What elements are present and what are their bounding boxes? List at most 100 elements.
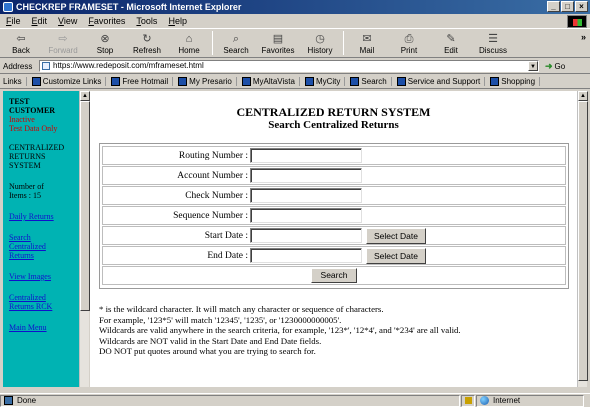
link-page-icon <box>241 77 251 86</box>
stop-button[interactable]: ⊗ Stop <box>84 30 126 57</box>
end-date-input[interactable] <box>250 248 362 263</box>
menu-tools[interactable]: Tools <box>136 16 157 26</box>
nav-daily-returns[interactable]: Daily Returns <box>9 212 76 221</box>
start-select-date-button[interactable]: Select Date <box>366 227 426 244</box>
close-button[interactable]: × <box>575 1 588 12</box>
link-shopping[interactable]: Shopping <box>490 77 541 86</box>
link-page-icon <box>396 77 406 86</box>
left-frame-scrollbar[interactable]: ▲ <box>79 91 90 387</box>
nav-main-menu[interactable]: Main Menu <box>9 323 76 332</box>
nav-centralized-rck[interactable]: Centralized <box>9 293 76 302</box>
toolbar: ⇦ Back ⇨ Forward ⊗ Stop ↻ Refresh ⌂ Home ⌕ Sea… <box>0 30 590 58</box>
link-altavista[interactable]: MyAltaVista <box>241 77 300 86</box>
nav-search-centralized-2[interactable]: Centralized <box>9 242 76 251</box>
end-select-date-button[interactable]: Select Date <box>366 247 426 264</box>
maximize-button[interactable]: □ <box>561 1 574 12</box>
windows-logo-icon <box>567 15 587 28</box>
menu-file[interactable]: File <box>6 16 21 26</box>
link-mycity[interactable]: MyCity <box>304 77 346 86</box>
minimize-button[interactable]: _ <box>547 1 560 12</box>
account-number-input[interactable] <box>250 168 362 183</box>
link-page-icon <box>304 77 314 86</box>
form-row-check: Check Number : <box>102 186 566 205</box>
search-toolbar-button[interactable]: ⌕ Search <box>215 30 257 57</box>
toolbar-overflow-icon[interactable]: » <box>581 32 586 42</box>
favorites-folder-icon: ▤ <box>272 33 284 45</box>
stop-icon: ⊗ <box>100 33 110 45</box>
edit-button[interactable]: ✎ Edit <box>430 30 472 57</box>
form-row-search: Search <box>102 266 566 285</box>
toolbar-separator <box>343 31 344 55</box>
mail-button[interactable]: ✉ Mail <box>346 30 388 57</box>
go-arrow-icon: ➜ <box>545 60 553 71</box>
items-count: Items : 15 <box>9 191 41 200</box>
link-page-icon <box>178 77 188 86</box>
help-line: Wildcards are NOT valid in the Start Dat… <box>99 335 322 346</box>
favorites-button[interactable]: ▤ Favorites <box>257 30 299 57</box>
link-search[interactable]: Search <box>350 77 392 86</box>
scroll-thumb[interactable] <box>80 101 90 311</box>
help-line: DO NOT put quotes around what you are tr… <box>99 346 316 357</box>
back-button[interactable]: ⇦ Back <box>0 30 42 57</box>
history-button[interactable]: ◷ History <box>299 30 341 57</box>
link-hotmail[interactable]: Free Hotmail <box>111 77 174 86</box>
address-dropdown-icon[interactable]: ▼ <box>528 61 538 71</box>
status-text: Done <box>17 396 37 405</box>
internet-globe-icon <box>480 396 489 405</box>
nav-search-centralized[interactable]: Search <box>9 233 76 242</box>
menu-help[interactable]: Help <box>168 16 187 26</box>
routing-number-input[interactable] <box>250 148 362 163</box>
inactive-status: Inactive <box>9 115 35 124</box>
nav-search-centralized-3[interactable]: Returns <box>9 251 76 260</box>
forward-button[interactable]: ⇨ Forward <box>42 30 84 57</box>
scroll-up-icon[interactable]: ▲ <box>80 91 90 101</box>
page-done-icon <box>4 396 13 405</box>
links-bar: Links Customize Links Free Hotmail My Pr… <box>0 75 590 89</box>
main-frame-scrollbar[interactable]: ▲ <box>577 91 588 387</box>
zone-cell: Internet <box>476 394 584 407</box>
go-button[interactable]: ➜ Go <box>545 61 565 72</box>
menu-edit[interactable]: Edit <box>32 16 48 26</box>
sequence-number-input[interactable] <box>250 208 362 223</box>
menu-favorites[interactable]: Favorites <box>88 16 125 26</box>
home-button[interactable]: ⌂ Home <box>168 30 210 57</box>
items-label: Number of <box>9 182 44 191</box>
test-data-note: Test Data Only <box>9 124 58 133</box>
address-input[interactable]: https://www.redeposit.com/mframeset.html… <box>39 60 539 72</box>
menu-bar: File Edit View Favorites Tools Help <box>0 14 590 29</box>
link-service[interactable]: Service and Support <box>396 77 486 86</box>
help-line: * is the wildcard character. It will mat… <box>99 304 384 314</box>
mail-icon: ✉ <box>362 33 372 45</box>
form-row-sequence: Sequence Number : <box>102 206 566 225</box>
nav-view-images[interactable]: View Images <box>9 272 76 281</box>
zone-text: Internet <box>493 396 521 405</box>
link-customize[interactable]: Customize Links <box>31 77 107 86</box>
start-date-input[interactable] <box>250 228 362 243</box>
routing-label: Routing Number : <box>178 150 248 161</box>
print-button[interactable]: ⎙ Print <box>388 30 430 57</box>
search-button[interactable]: Search <box>310 268 358 283</box>
scroll-thumb[interactable] <box>578 101 588 381</box>
status-bar: Done Internet <box>0 393 590 407</box>
wildcard-help-text: * is the wildcard character. It will mat… <box>99 304 573 357</box>
page-title: CENTRALIZED RETURN SYSTEM <box>236 105 431 119</box>
address-url: https://www.redeposit.com/mframeset.html <box>53 61 204 70</box>
menu-view[interactable]: View <box>58 16 77 26</box>
scroll-up-icon[interactable]: ▲ <box>578 91 588 101</box>
link-page-icon <box>350 77 360 86</box>
start-date-label: Start Date : <box>204 230 248 241</box>
check-number-input[interactable] <box>250 188 362 203</box>
nav-centralized-rck-2[interactable]: Returns RCK <box>9 302 76 311</box>
search-form: Routing Number : Account Number : Check … <box>99 143 569 289</box>
lock-icon <box>465 397 472 404</box>
link-presario[interactable]: My Presario <box>178 77 237 86</box>
discuss-button[interactable]: ☰ Discuss <box>472 30 514 57</box>
address-label: Address <box>3 61 33 71</box>
form-row-routing: Routing Number : <box>102 146 566 165</box>
system-name: CENTRALIZED <box>9 143 65 152</box>
system-name-2: RETURNS <box>9 152 46 161</box>
refresh-button[interactable]: ↻ Refresh <box>126 30 168 57</box>
system-name-3: SYSTEM <box>9 161 41 170</box>
history-icon: ◷ <box>315 33 325 45</box>
main-content-frame: CENTRALIZED RETURN SYSTEM Search Central… <box>90 91 577 387</box>
